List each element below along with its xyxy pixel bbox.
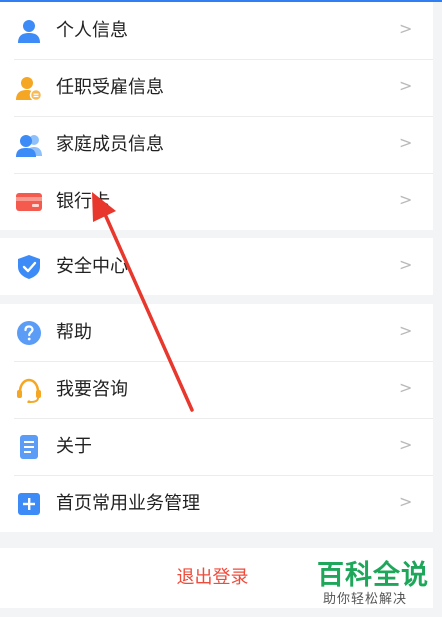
- person-icon: [18, 20, 40, 43]
- watermark-title: 百科全说: [317, 560, 429, 591]
- menu-item-family-info[interactable]: 家庭成员信息 >: [0, 116, 433, 173]
- menu-item-employment-info[interactable]: 任职受雇信息 >: [0, 59, 433, 116]
- menu-label: 帮助: [56, 322, 92, 343]
- menu-label: 关于: [56, 436, 92, 457]
- watermark-subtitle: 助你轻松解决: [323, 592, 408, 607]
- family-icon: [16, 135, 42, 157]
- chevron-right-icon: >: [399, 76, 413, 95]
- menu-label: 个人信息: [56, 20, 128, 41]
- menu-item-personal-info[interactable]: 个人信息 >: [0, 2, 433, 59]
- menu-label: 安全中心: [56, 256, 128, 277]
- menu-label: 我要咨询: [56, 379, 128, 400]
- menu-label: 任职受雇信息: [56, 77, 164, 98]
- chevron-right-icon: >: [399, 190, 413, 209]
- menu-item-security-center[interactable]: 安全中心 >: [0, 238, 433, 295]
- menu-item-help[interactable]: 帮助 >: [0, 304, 433, 361]
- document-icon: [20, 435, 38, 459]
- menu-label: 家庭成员信息: [56, 134, 164, 155]
- employee-badge-icon: [16, 77, 42, 101]
- menu-group-security: 安全中心 >: [0, 238, 433, 295]
- menu-label: 首页常用业务管理: [56, 493, 200, 514]
- chevron-right-icon: >: [399, 321, 413, 340]
- menu-item-bank-card[interactable]: 银行卡 >: [0, 173, 433, 230]
- menu-item-about[interactable]: 关于 >: [0, 418, 433, 475]
- chevron-right-icon: >: [399, 435, 413, 454]
- shield-check-icon: [18, 255, 40, 279]
- chevron-right-icon: >: [399, 255, 413, 274]
- menu-group-support: 帮助 > 我要咨询 > 关于 > 首页常用业务管理 >: [0, 304, 433, 532]
- chevron-right-icon: >: [399, 133, 413, 152]
- bank-card-icon: [16, 193, 42, 211]
- chevron-right-icon: >: [399, 378, 413, 397]
- menu-group-personal: 个人信息 > 任职受雇信息 > 家庭成员信息 > 银行卡 >: [0, 2, 433, 230]
- menu-item-consult[interactable]: 我要咨询 >: [0, 361, 433, 418]
- headset-icon: [17, 378, 41, 403]
- chevron-right-icon: >: [399, 492, 413, 511]
- question-icon: [17, 321, 41, 345]
- chevron-right-icon: >: [399, 19, 413, 38]
- menu-item-homepage-management[interactable]: 首页常用业务管理 >: [0, 475, 433, 532]
- menu-label: 银行卡: [56, 191, 110, 212]
- plus-square-icon: [18, 493, 40, 515]
